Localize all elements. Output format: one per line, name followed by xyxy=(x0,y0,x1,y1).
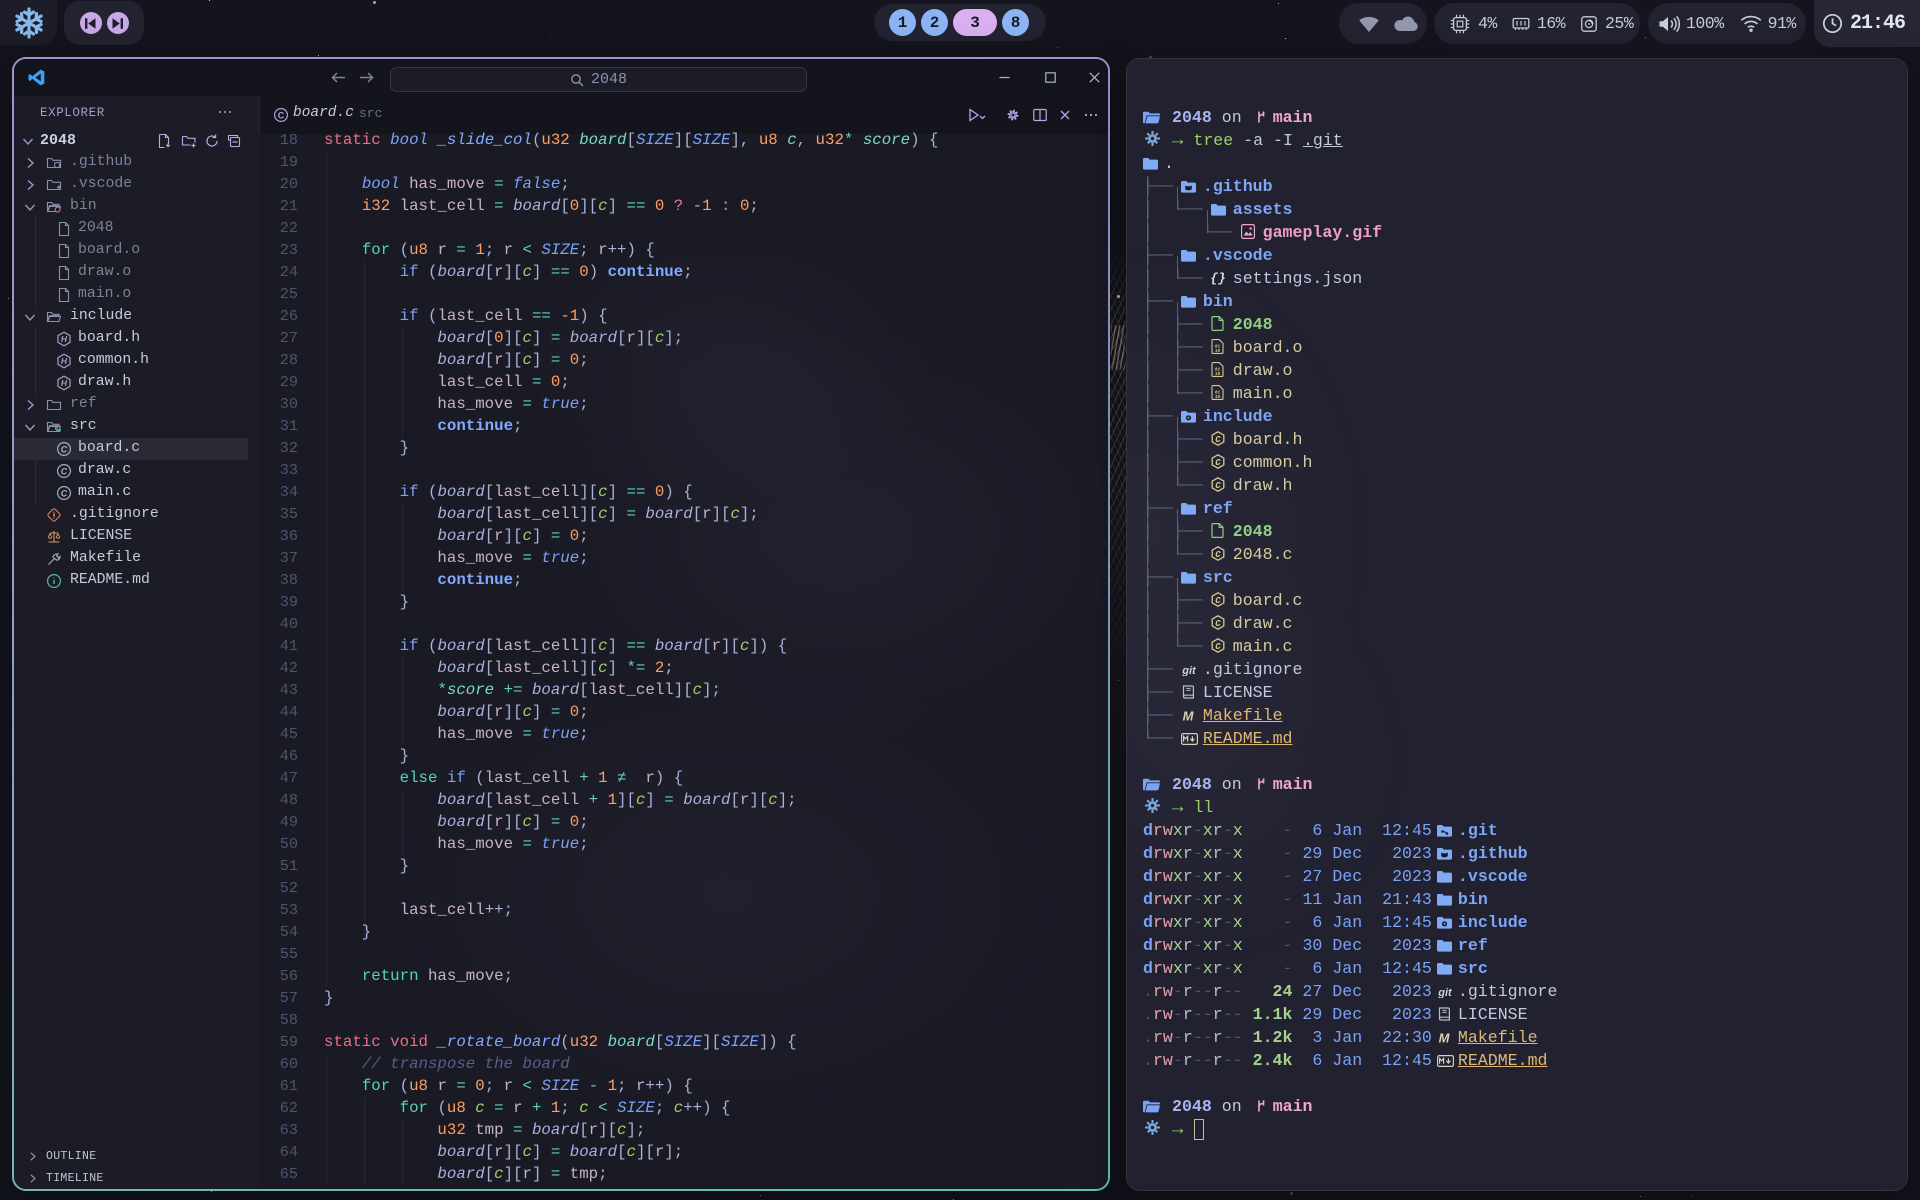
svg-text:H: H xyxy=(61,356,68,366)
svg-text:C: C xyxy=(1215,481,1221,491)
svg-text:C: C xyxy=(61,444,68,454)
svg-text:git: git xyxy=(1437,987,1453,998)
svg-text:10: 10 xyxy=(1215,395,1221,400)
svg-text:M: M xyxy=(1438,1031,1450,1044)
svg-text:C: C xyxy=(1215,642,1221,652)
svg-text:C: C xyxy=(1215,458,1221,468)
svg-text:H: H xyxy=(61,378,68,388)
svg-text:C: C xyxy=(61,466,68,476)
svg-text:git: git xyxy=(1181,665,1197,676)
svg-text:C: C xyxy=(1215,550,1221,560)
svg-text:C: C xyxy=(278,110,285,120)
svg-text:{}: {} xyxy=(1211,271,1225,285)
svg-text:10: 10 xyxy=(1215,372,1221,377)
svg-text:C: C xyxy=(1215,435,1221,445)
svg-text:H: H xyxy=(61,334,68,344)
svg-text:C: C xyxy=(1215,596,1221,606)
svg-text:10: 10 xyxy=(1215,349,1221,354)
svg-text:C: C xyxy=(1215,619,1221,629)
svg-text:M: M xyxy=(1182,709,1194,722)
svg-text:C: C xyxy=(61,488,68,498)
